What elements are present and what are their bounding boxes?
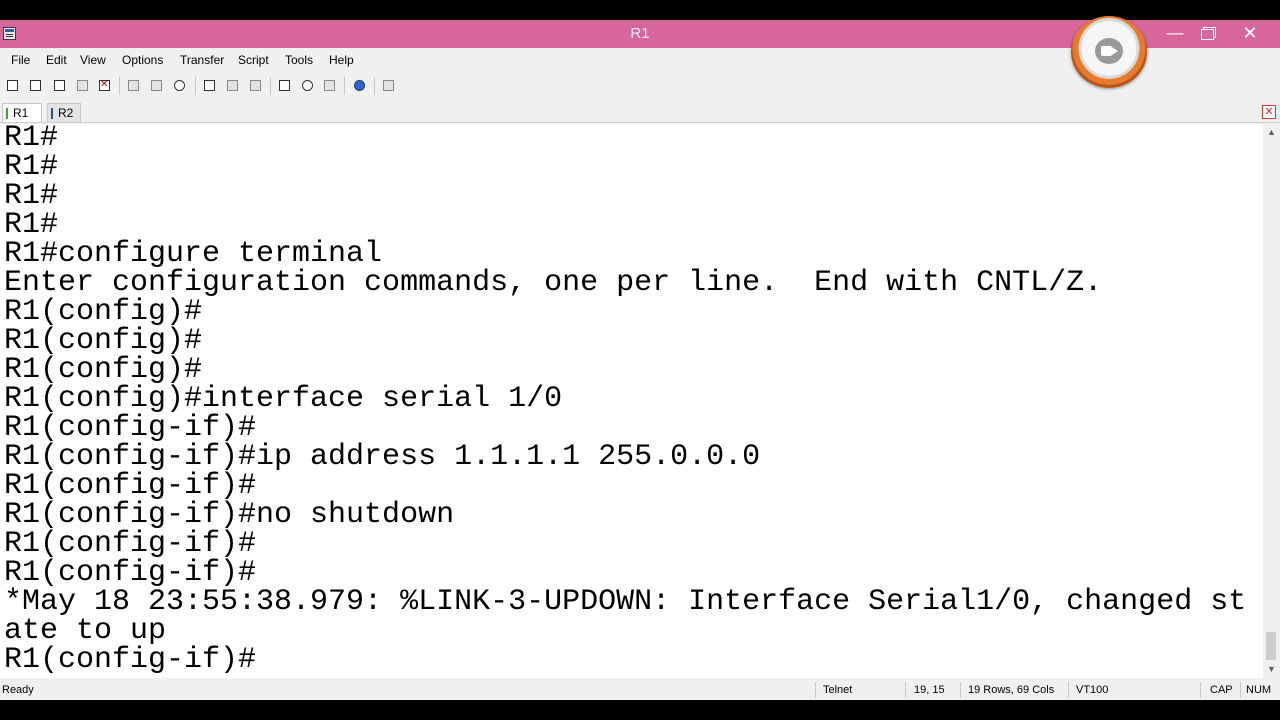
keymap-icon[interactable] (322, 78, 338, 94)
menu-edit[interactable]: Edit (46, 53, 67, 67)
video-camera-icon (1095, 38, 1123, 64)
toolbar-separator (195, 77, 196, 95)
menu-file[interactable]: File (11, 53, 30, 67)
vertical-scrollbar[interactable]: ▲ ▼ (1263, 124, 1280, 678)
close-button[interactable]: ✕ (1233, 20, 1267, 48)
status-separator (1068, 682, 1069, 698)
toolbar-separator (119, 77, 120, 95)
maximize-icon (1200, 29, 1214, 40)
status-separator (1200, 682, 1201, 698)
terminal-line: R1# (4, 150, 59, 184)
menu-script[interactable]: Script (238, 53, 269, 67)
tab-status-indicator (6, 108, 8, 119)
status-num: NUM (1246, 684, 1272, 696)
terminal-line: R1(config-if)# (4, 556, 257, 590)
terminal-line: R1# (4, 208, 59, 242)
connect-icon[interactable] (5, 78, 21, 94)
tab-label: R1 (13, 106, 29, 120)
customize-icon[interactable] (381, 78, 397, 94)
status-bar: Ready Telnet 19, 15 19 Rows, 69 Cols VT1… (0, 680, 1280, 700)
status-separator (905, 682, 906, 698)
tab-r1[interactable]: R1 (2, 103, 42, 122)
print-preview-icon[interactable] (248, 78, 264, 94)
quick-connect-icon[interactable] (28, 78, 44, 94)
print-icon[interactable] (202, 78, 218, 94)
help-icon[interactable] (352, 78, 368, 94)
connect-tab-icon[interactable] (52, 78, 68, 94)
app-window: R1 — ✕ File Edit View Options Transfer S… (0, 16, 1280, 700)
status-emulation: VT100 (1076, 684, 1109, 696)
menu-view[interactable]: View (80, 53, 106, 67)
terminal-screen[interactable]: R1# R1# R1# R1# R1#configure terminal En… (0, 124, 1263, 678)
session-options-icon[interactable] (277, 78, 293, 94)
title-bar: R1 — ✕ (0, 16, 1280, 88)
terminal-line: *May 18 23:55:38.979: %LINK-3-UPDOWN: In… (4, 585, 1247, 619)
reconnect-icon[interactable] (75, 78, 91, 94)
tab-status-indicator (51, 108, 53, 119)
status-separator (960, 682, 961, 698)
terminal-line: R1(config-if)# (4, 469, 257, 503)
tab-label: R2 (58, 106, 74, 120)
scroll-up-icon[interactable]: ▲ (1263, 124, 1280, 141)
status-separator (815, 682, 816, 698)
terminal-line: R1(config-if)# (4, 643, 257, 677)
menu-transfer[interactable]: Transfer (180, 53, 224, 67)
status-caps: CAP (1210, 684, 1233, 696)
status-protocol: Telnet (823, 684, 853, 696)
print-setup-icon[interactable] (225, 78, 241, 94)
menu-help[interactable]: Help (329, 53, 354, 67)
scrollbar-thumb[interactable] (1266, 632, 1276, 660)
close-tab-icon[interactable]: ✕ (1262, 105, 1276, 119)
paste-icon[interactable] (149, 78, 165, 94)
terminal-line: R1(config-if)# (4, 411, 257, 445)
terminal-line: ate to up (4, 614, 167, 648)
toolbar-separator (344, 77, 345, 95)
find-icon[interactable] (172, 78, 188, 94)
status-dimensions: 19 Rows, 69 Cols (968, 684, 1055, 696)
scroll-down-icon[interactable]: ▼ (1263, 661, 1280, 678)
toolbar-separator (374, 77, 375, 95)
status-separator (1240, 682, 1241, 698)
terminal-line: R1(config)# (4, 353, 203, 387)
menu-tools[interactable]: Tools (285, 53, 313, 67)
disconnect-icon[interactable] (97, 78, 113, 94)
minimize-button[interactable]: — (1158, 20, 1192, 48)
status-ready: Ready (2, 684, 34, 696)
session-tab-bar: R1 R2 ✕ (0, 102, 1280, 123)
terminal-line: R1(config)# (4, 324, 203, 358)
terminal-line: R1(config-if)# (4, 527, 257, 561)
menu-options[interactable]: Options (122, 53, 163, 67)
maximize-button[interactable] (1190, 20, 1224, 48)
terminal-line: R1(config)# (4, 295, 203, 329)
global-options-icon[interactable] (300, 78, 316, 94)
tab-r2[interactable]: R2 (47, 103, 81, 122)
terminal-line: R1# (4, 124, 59, 155)
status-cursor-position: 19, 15 (914, 684, 945, 696)
toolbar-separator (270, 77, 271, 95)
terminal-line: R1(config)#interface serial 1/0 (4, 382, 563, 416)
terminal-line: R1#configure terminal (4, 237, 383, 271)
terminal-output: R1# R1# R1# R1# R1#configure terminal En… (4, 124, 1246, 675)
camera-recording-icon (1071, 16, 1147, 88)
copy-icon[interactable] (126, 78, 142, 94)
terminal-line: Enter configuration commands, one per li… (4, 266, 1103, 300)
terminal-line: R1(config-if)#no shutdown (4, 498, 455, 532)
terminal-line: R1# (4, 179, 59, 213)
terminal-line: R1(config-if)#ip address 1.1.1.1 255.0.0… (4, 440, 761, 474)
